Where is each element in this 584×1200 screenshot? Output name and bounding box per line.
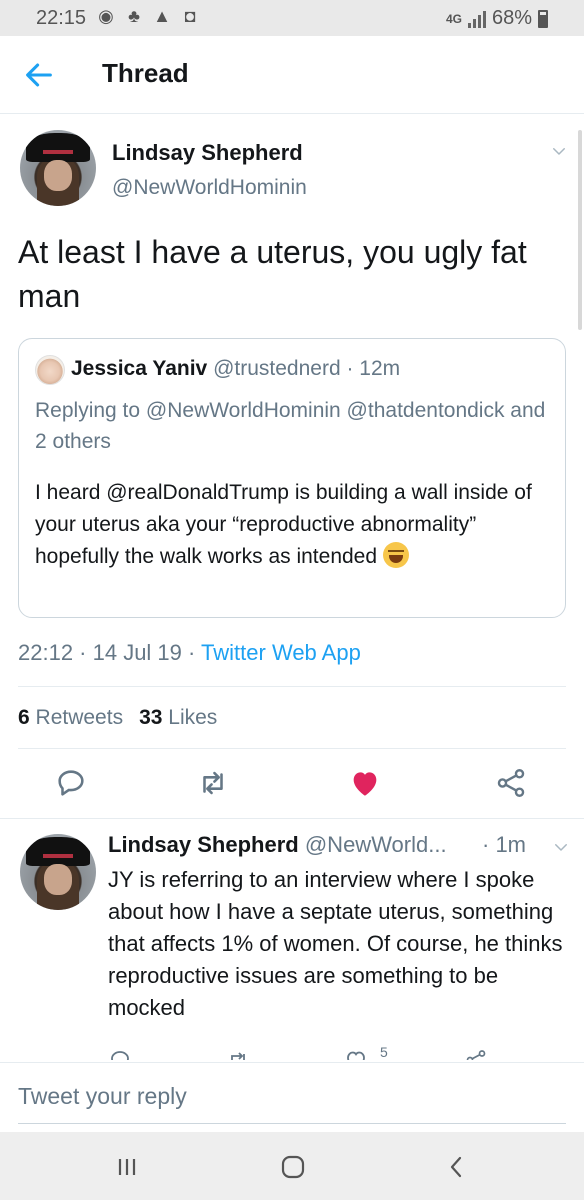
battery-percent: 68% [491,7,532,29]
notification-icon: ♣ [128,6,140,26]
author-handle[interactable]: @NewWorldHominin [112,176,307,200]
chevron-down-icon[interactable] [550,142,568,160]
quoted-tweet[interactable]: Jessica Yaniv @trustednerd · 12m Replyin… [18,338,566,618]
divider [0,818,584,819]
battery-icon [538,9,548,28]
quoted-text-content: I heard @realDonaldTrump is building a w… [35,481,532,568]
chevron-down-icon[interactable] [552,838,570,856]
quoted-author-name: Jessica Yaniv [71,357,208,380]
tweet-text: At least I have a uterus, you ugly fat m… [18,234,527,314]
avatar[interactable] [20,834,96,910]
quoted-avatar [35,355,65,385]
quoted-author-meta: @trustednerd · 12m [213,357,401,380]
tweet-timestamp: 22:12 · 14 Jul 19 · Twitter Web App [18,640,361,666]
gmail-icon: ◘ [184,6,196,26]
reply-actions: 5 [108,1044,568,1060]
network-type: 4G [445,11,462,26]
messenger-icon: ◉ [98,6,114,26]
share-icon[interactable] [464,1048,488,1060]
reply-author-name[interactable]: Lindsay Shepherd [108,832,299,857]
replying-to: Replying to @NewWorldHominin @thatdenton… [35,395,555,457]
heart-icon[interactable] [344,1048,368,1060]
author-name[interactable]: Lindsay Shepherd [112,140,303,166]
reply-icon[interactable] [54,766,88,800]
likes-count[interactable]: 33 [139,706,162,729]
back-arrow-icon[interactable] [22,58,56,92]
share-icon[interactable] [494,766,528,800]
input-underline [18,1123,566,1124]
avatar[interactable] [20,130,96,206]
page-title: Thread [102,58,189,88]
quoted-text: I heard @realDonaldTrump is building a w… [35,477,555,573]
retweets-count[interactable]: 6 [18,706,30,729]
retweet-icon[interactable] [196,766,230,800]
scrollbar[interactable] [578,130,582,330]
back-icon[interactable] [442,1154,472,1180]
status-time: 22:15 [36,7,87,29]
tweet-actions [0,756,584,812]
reply-time: · 1m [482,832,526,857]
navigation-bar [0,1132,584,1200]
reply-icon[interactable] [108,1048,132,1060]
recent-apps-icon[interactable] [112,1154,142,1180]
retweets-label[interactable]: Retweets [36,706,124,729]
heart-icon[interactable] [348,766,382,800]
status-bar: 22:15 ◉ ♣ ▲ ◘ 4G 68% [0,0,584,36]
likes-label[interactable]: Likes [168,706,217,729]
home-icon[interactable] [278,1154,308,1180]
divider [18,748,566,749]
tweet-source-link[interactable]: Twitter Web App [201,640,361,665]
tears-of-joy-emoji-icon [382,542,409,568]
divider [18,686,566,687]
thread-header: Thread [0,36,584,114]
reply-author-handle[interactable]: @NewWorld... [305,832,447,857]
quoted-header: Jessica Yaniv @trustednerd · 12m [71,357,400,381]
timestamp-text: 22:12 · 14 Jul 19 · [18,640,202,665]
replying-prefix: Replying to [35,399,146,422]
retweet-icon[interactable] [226,1048,250,1060]
warning-icon: ▲ [153,6,171,26]
signal-icon [467,10,486,28]
reply-text: JY is referring to an interview where I … [108,867,563,1020]
reply-input[interactable]: Tweet your reply [18,1083,187,1110]
notification-icons: ◉ ♣ ▲ ◘ [96,6,200,26]
reply-likes-count: 5 [380,1044,388,1060]
reply-composer: Tweet your reply [0,1062,584,1132]
status-right: 4G 68% [446,7,548,30]
tweet-stats: 6 Retweets 33 Likes [18,706,217,730]
